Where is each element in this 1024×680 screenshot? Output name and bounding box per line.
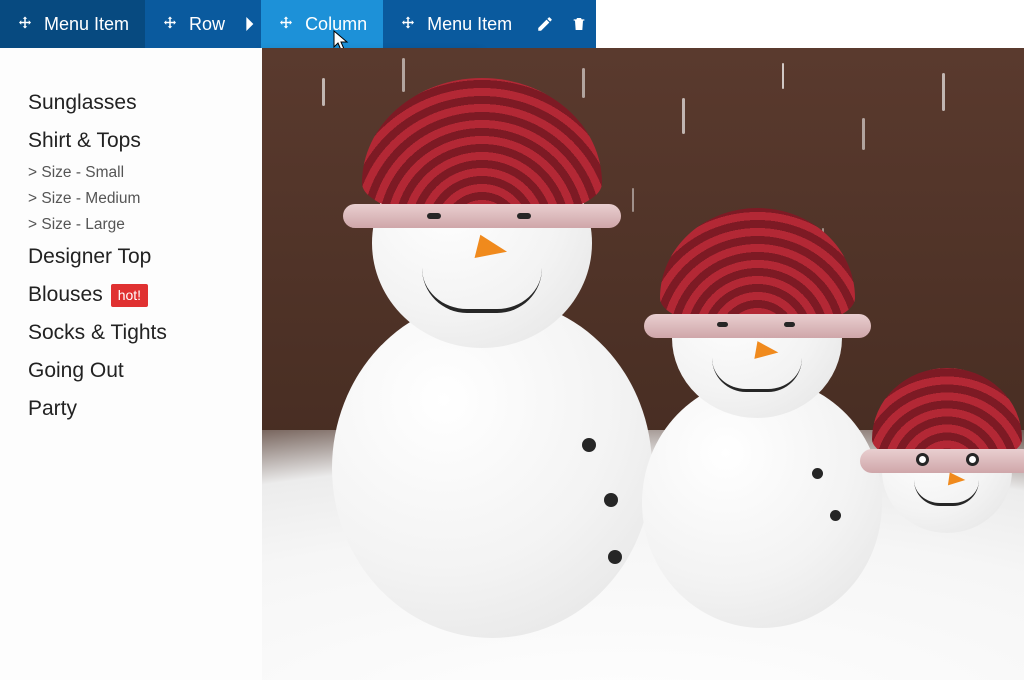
cat-designer-top[interactable]: Designer Top <box>28 238 238 276</box>
crumb-label: Menu Item <box>44 14 129 35</box>
content-area: Sunglasses Shirt & Tops > Size - Small >… <box>0 48 1024 680</box>
move-icon <box>277 15 295 33</box>
cat-size-medium[interactable]: > Size - Medium <box>28 186 238 212</box>
cat-label: Blouses <box>28 283 103 307</box>
chevron-right-icon <box>241 0 261 48</box>
cat-party[interactable]: Party <box>28 390 238 428</box>
edit-button[interactable] <box>528 0 562 48</box>
crumb-label: Row <box>189 14 225 35</box>
crumb-menu-item-2[interactable]: Menu Item <box>383 0 528 48</box>
crumb-label: Menu Item <box>427 14 512 35</box>
crumb-column[interactable]: Column Add Column Edit Design Options <box>261 0 383 48</box>
snowman-medium <box>632 248 892 628</box>
cat-sunglasses[interactable]: Sunglasses <box>28 84 238 122</box>
snowman-small <box>862 398 1024 658</box>
snowman-large <box>312 118 672 638</box>
cat-size-large[interactable]: > Size - Large <box>28 212 238 238</box>
cat-size-small[interactable]: > Size - Small <box>28 160 238 186</box>
hero-image <box>262 48 1024 680</box>
move-icon <box>16 15 34 33</box>
cat-going-out[interactable]: Going Out <box>28 352 238 390</box>
cat-shirt-tops[interactable]: Shirt & Tops <box>28 122 238 160</box>
cat-blouses[interactable]: Blouses hot! <box>28 276 238 314</box>
cat-socks-tights[interactable]: Socks & Tights <box>28 314 238 352</box>
category-sidebar: Sunglasses Shirt & Tops > Size - Small >… <box>0 48 262 680</box>
crumb-menu-item-1[interactable]: Menu Item <box>0 0 145 48</box>
crumb-row[interactable]: Row <box>145 0 241 48</box>
breadcrumb-bar: Menu Item Row Column Add Column <box>0 0 1024 48</box>
hot-badge: hot! <box>111 284 148 307</box>
move-icon <box>399 15 417 33</box>
delete-button[interactable] <box>562 0 596 48</box>
move-icon <box>161 15 179 33</box>
crumb-label: Column <box>305 14 367 35</box>
